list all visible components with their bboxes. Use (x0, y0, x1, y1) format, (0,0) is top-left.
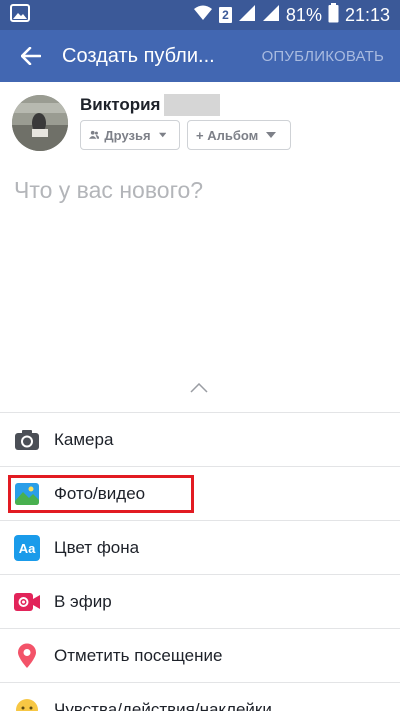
gallery-notification-icon (10, 3, 30, 27)
menu-item-label: Камера (54, 429, 114, 449)
publish-button[interactable]: ОПУБЛИКОВАТЬ (252, 48, 400, 65)
page-title: Создать публи... (62, 44, 215, 67)
album-selector[interactable]: + Альбом (187, 120, 291, 150)
avatar[interactable] (12, 95, 68, 151)
menu-item-label: Цвет фона (54, 537, 140, 557)
background-color-icon: Aa (0, 534, 54, 561)
arrow-left-icon (21, 47, 41, 65)
friends-icon (89, 130, 100, 139)
wifi-icon (193, 4, 213, 27)
signal-icon (238, 4, 256, 27)
caret-down-icon (266, 132, 277, 138)
location-pin-icon (0, 643, 54, 669)
redacted-surname (164, 94, 221, 116)
composer-options-list: Камера Фото/видео Aa Цвет фона В эфир От… (0, 412, 400, 711)
sim-badge: 2 (218, 7, 232, 23)
battery-percent: 81% (285, 4, 322, 25)
album-label: + Альбом (196, 127, 259, 143)
svg-text:Aa: Aa (19, 541, 36, 556)
menu-item-feelings[interactable]: Чувства/действия/наклейки (0, 682, 400, 711)
back-button[interactable] (0, 30, 62, 82)
battery-icon (328, 2, 339, 28)
app-bar: Создать публи... ОПУБЛИКОВАТЬ (0, 30, 400, 82)
user-name-row: Виктория (80, 94, 221, 116)
menu-item-live[interactable]: В эфир (0, 574, 400, 628)
menu-item-background-color[interactable]: Aa Цвет фона (0, 520, 400, 574)
menu-item-photo-video[interactable]: Фото/видео (0, 466, 400, 520)
menu-item-label: В эфир (54, 591, 112, 611)
post-text-input[interactable]: Что у вас нового? (14, 177, 203, 204)
menu-item-check-in[interactable]: Отметить посещение (0, 628, 400, 682)
clock: 21:13 (344, 4, 390, 25)
chevron-up-icon[interactable] (190, 380, 208, 398)
user-name: Виктория (80, 95, 161, 114)
menu-item-camera[interactable]: Камера (0, 412, 400, 466)
emoji-icon (0, 698, 54, 711)
audience-selector[interactable]: Друзья (80, 120, 180, 150)
caret-down-icon (158, 132, 166, 138)
signal-icon-2 (262, 4, 280, 27)
post-composer: Виктория Друзья + Альбом Что у вас новог… (0, 82, 400, 412)
highlight-frame (8, 475, 194, 513)
camera-icon (0, 429, 54, 451)
status-bar: 2 81% 21:13 (0, 0, 400, 30)
menu-item-label: Отметить посещение (54, 645, 223, 665)
audience-label: Друзья (104, 127, 151, 143)
menu-item-label: Чувства/действия/наклейки (54, 699, 272, 711)
live-icon (0, 591, 54, 613)
